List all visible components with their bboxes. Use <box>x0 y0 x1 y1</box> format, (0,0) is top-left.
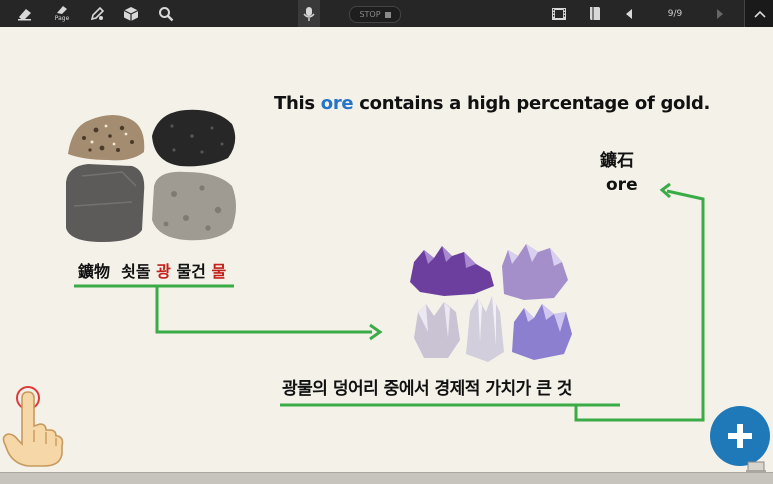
stop-square-icon <box>384 11 391 18</box>
mineral-label-red1: 광 <box>156 262 171 281</box>
plus-icon <box>728 424 752 448</box>
next-page-icon[interactable] <box>710 0 730 27</box>
previous-page-icon[interactable] <box>619 0 639 27</box>
collapse-toolbar-button[interactable] <box>744 0 773 27</box>
add-button[interactable] <box>710 406 770 466</box>
page-tray-handle-icon[interactable] <box>744 458 768 474</box>
eraser-icon[interactable] <box>14 0 36 27</box>
stop-recording-button[interactable]: STOP <box>349 6 401 23</box>
page-eraser-icon <box>57 6 67 14</box>
sentence-highlight-word: ore <box>320 93 354 114</box>
chevron-up-icon <box>753 10 766 18</box>
page-eraser-button[interactable]: Page <box>50 0 74 27</box>
hanja-word: 鑛石 <box>600 151 634 171</box>
crystals-image <box>410 244 572 362</box>
mineral-label-red2: 물 <box>211 262 227 281</box>
page-eraser-label: Page <box>54 15 70 22</box>
mineral-label-part2: 물건 <box>170 262 212 281</box>
stop-label: STOP <box>359 10 381 19</box>
rocks-image <box>66 109 236 242</box>
cube-icon[interactable] <box>120 0 142 27</box>
film-strip-icon[interactable] <box>548 0 570 27</box>
bottom-page-strip <box>0 472 773 484</box>
top-toolbar: Page STOP 9/9 <box>0 0 773 27</box>
search-icon[interactable] <box>155 0 177 27</box>
mineral-label: 鑛物 쇳돌 광 물건 물 <box>78 258 226 282</box>
hand-pointer-icon[interactable] <box>0 382 70 468</box>
sentence-suffix: contains a high percentage of gold. <box>353 93 711 114</box>
microphone-icon <box>303 6 315 21</box>
mineral-label-part1: 鑛物 쇳돌 <box>78 262 157 281</box>
example-sentence: This ore contains a high percentage of g… <box>274 93 710 114</box>
page-indicator: 9/9 <box>667 8 683 19</box>
pen-settings-icon[interactable] <box>86 0 108 27</box>
book-icon[interactable] <box>584 0 606 27</box>
microphone-button[interactable] <box>298 0 320 27</box>
english-word: ore <box>606 175 638 195</box>
definition-text: 광물의 덩어리 중에서 경제적 가치가 큰 것 <box>282 379 572 399</box>
sentence-prefix: This <box>274 93 321 114</box>
